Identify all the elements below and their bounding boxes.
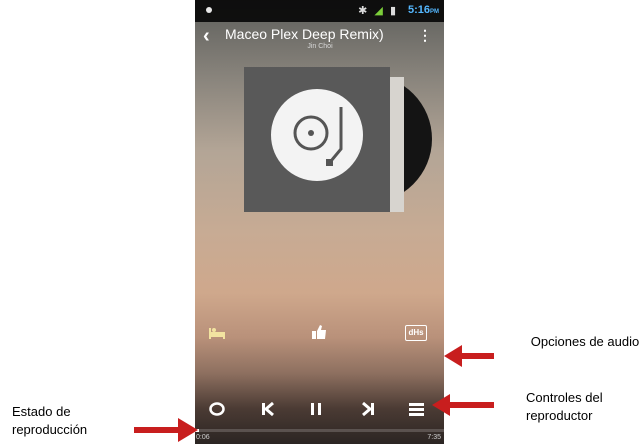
- thumbs-up-icon[interactable]: [310, 323, 328, 341]
- back-icon[interactable]: ‹: [203, 25, 210, 48]
- annotation-audio-options: Opciones de audio: [530, 334, 640, 349]
- progress-bar[interactable]: [195, 429, 444, 432]
- status-time: 5:16PM: [408, 4, 439, 16]
- next-icon[interactable]: [361, 401, 375, 417]
- phone-screen: ✱ ◢ ▮ 5:16PM ‹ Maceo Plex Deep Remix) Ji…: [195, 0, 444, 444]
- sleeve-edge: [390, 77, 404, 212]
- turntable-icon: [271, 89, 363, 181]
- equalizer-button[interactable]: dHs: [405, 325, 427, 341]
- sleep-timer-icon[interactable]: [207, 323, 227, 341]
- annotation-player-controls: Controles del reproductor: [526, 390, 603, 423]
- notification-dot-icon: [206, 7, 212, 13]
- signal-icon: ◢: [374, 5, 385, 17]
- overflow-menu-icon[interactable]: ⋮: [418, 27, 432, 44]
- total-time: 7:35: [427, 434, 441, 441]
- album-art: [244, 67, 432, 212]
- track-title: Maceo Plex Deep Remix): [225, 26, 384, 42]
- title-bar: ‹ Maceo Plex Deep Remix) Jin Choi ⋮: [195, 22, 444, 54]
- previous-icon[interactable]: [261, 401, 275, 417]
- status-bar: ✱ ◢ ▮ 5:16PM: [195, 0, 444, 22]
- elapsed-time: 0:06: [196, 434, 210, 441]
- status-time-ampm: PM: [430, 9, 439, 15]
- status-icons: ✱ ◢ ▮: [358, 4, 398, 17]
- playlist-icon[interactable]: [408, 401, 425, 417]
- player-controls-arrow: [432, 394, 494, 416]
- track-artist: Jin Choi: [307, 43, 333, 50]
- album-sleeve: [244, 67, 390, 212]
- repeat-icon[interactable]: [209, 401, 225, 417]
- status-time-value: 5:16: [407, 4, 430, 16]
- audio-options-arrow: [444, 345, 494, 367]
- annotation-playback-status: Estado de reproducción: [12, 404, 88, 437]
- pause-icon[interactable]: [309, 401, 323, 417]
- playback-status-arrow: [134, 418, 198, 442]
- battery-icon: ▮: [389, 5, 398, 17]
- bluetooth-icon: ✱: [358, 5, 370, 17]
